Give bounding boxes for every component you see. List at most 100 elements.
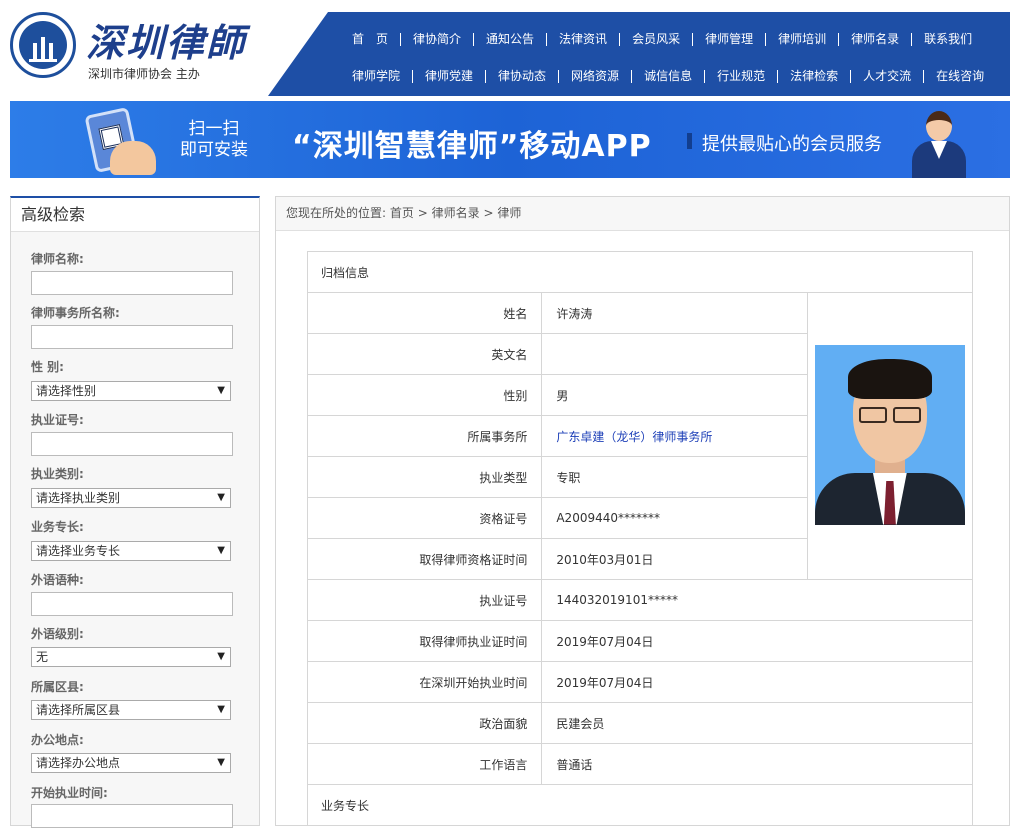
lawyer-info-table: 归档信息 姓名 许涛涛 英文名 性别 男 所属事务所 广东卓建（龙华）律师事务所… — [306, 251, 974, 826]
photo-cell — [806, 292, 974, 580]
nav-item-integrity[interactable]: 诚信信息 — [631, 69, 704, 83]
nav-item-regulations[interactable]: 行业规范 — [704, 69, 777, 83]
association-emblem-icon[interactable] — [10, 12, 76, 78]
gender-value: 男 — [541, 374, 808, 416]
qualification-date-label: 取得律师资格证时间 — [306, 538, 543, 580]
banner-accent-bar — [687, 133, 692, 149]
nav-item-about[interactable]: 律协简介 — [400, 32, 473, 46]
chevron-down-icon: ▼ — [217, 757, 225, 768]
chevron-down-icon: ▼ — [217, 651, 225, 662]
start-time-input[interactable] — [31, 804, 233, 828]
nav-item-web-resources[interactable]: 网络资源 — [558, 69, 631, 83]
district-select[interactable]: 请选择所属区县 ▼ — [31, 700, 231, 720]
office-select[interactable]: 请选择办公地点 ▼ — [31, 753, 231, 773]
qualification-no-label: 资格证号 — [306, 497, 543, 539]
firm-label: 所属事务所 — [306, 415, 543, 457]
table-row: 业务专长 — [307, 784, 973, 826]
specialty-select[interactable]: 请选择业务专长 ▼ — [31, 541, 231, 561]
license-date-value: 2019年07月04日 — [541, 620, 973, 662]
app-promo-banner[interactable]: 扫一扫 即可安装 “深圳智慧律师”移动APP 提供最贴心的会员服务 — [10, 101, 1010, 178]
site-logo-subtitle: 深圳市律师协会 主办 — [88, 67, 200, 81]
lawyer-name-input[interactable] — [31, 271, 233, 295]
sz-start-date-value: 2019年07月04日 — [541, 661, 973, 703]
main-nav-row-2: 律师学院 律师党建 律协动态 网络资源 诚信信息 行业规范 法律检索 人才交流 … — [340, 66, 996, 86]
nav-item-consult[interactable]: 在线咨询 — [923, 69, 996, 83]
breadcrumb-directory[interactable]: 律师名录 — [432, 206, 480, 220]
lawyer-detail-panel: 您现在所处的位置: 首页 > 律师名录 > 律师 归档信息 姓名 许涛涛 英文名 — [275, 196, 1010, 826]
scan-to-install-label: 扫一扫 即可安装 — [180, 119, 248, 161]
office-label: 办公地点: — [31, 733, 84, 747]
firm-name-input[interactable] — [31, 325, 233, 349]
scan-label-line1: 扫一扫 — [188, 119, 240, 139]
english-name-value — [541, 333, 808, 375]
practice-type-label: 执业类型 — [306, 456, 543, 498]
practice-type-value: 专职 — [541, 456, 808, 498]
nav-item-party[interactable]: 律师党建 — [412, 69, 485, 83]
nav-item-talent[interactable]: 人才交流 — [850, 69, 923, 83]
nav-item-dynamics[interactable]: 律协动态 — [485, 69, 558, 83]
nav-item-home[interactable]: 首 页 — [340, 32, 400, 46]
political-status-label: 政治面貌 — [306, 702, 543, 744]
table-row: 执业证号 144032019101***** — [306, 579, 973, 621]
site-logo-title[interactable]: 深圳律師 — [86, 12, 246, 67]
breadcrumb: 您现在所处的位置: 首页 > 律师名录 > 律师 — [276, 197, 1009, 231]
table-row: 归档信息 — [307, 251, 973, 293]
language-level-select-value: 无 — [36, 650, 49, 664]
license-no-value: 144032019101***** — [541, 579, 973, 621]
gender-label: 性 别: — [31, 360, 64, 374]
district-label: 所属区县: — [31, 680, 84, 694]
nav-item-member-style[interactable]: 会员风采 — [619, 32, 692, 46]
specialty-section-title: 业务专长 — [307, 784, 973, 826]
chevron-down-icon: ▼ — [217, 704, 225, 715]
banner-title: “深圳智慧律师”移动APP — [292, 129, 652, 164]
hand-icon — [110, 141, 156, 175]
table-row: 姓名 许涛涛 — [306, 292, 974, 580]
nav-item-notices[interactable]: 通知公告 — [473, 32, 546, 46]
advanced-search-title: 高级检索 — [11, 198, 259, 232]
gender-select[interactable]: 请选择性别 ▼ — [31, 381, 231, 401]
scan-label-line2: 即可安装 — [180, 140, 248, 160]
name-value: 许涛涛 — [541, 292, 808, 334]
sz-start-date-label: 在深圳开始执业时间 — [306, 661, 543, 703]
nav-item-lawyer-management[interactable]: 律师管理 — [692, 32, 765, 46]
breadcrumb-home[interactable]: 首页 — [390, 206, 414, 220]
license-date-label: 取得律师执业证时间 — [306, 620, 543, 662]
language-label: 外语语种: — [31, 573, 84, 587]
language-input[interactable] — [31, 592, 233, 616]
nav-item-legal-news[interactable]: 法律资讯 — [546, 32, 619, 46]
breadcrumb-separator: > — [483, 206, 494, 220]
license-no-label: 执业证号 — [306, 579, 543, 621]
nav-item-academy[interactable]: 律师学院 — [340, 69, 412, 83]
firm-value-cell: 广东卓建（龙华）律师事务所 — [541, 415, 808, 457]
banner-tagline: 提供最贴心的会员服务 — [702, 134, 882, 155]
table-row: 取得律师执业证时间 2019年07月04日 — [306, 620, 973, 662]
site-header: 深圳律師 深圳市律师协会 主办 首 页 律协简介 通知公告 法律资讯 会员风采 … — [0, 0, 1027, 100]
table-row: 工作语言 普通话 — [306, 743, 973, 785]
advanced-search-panel: 高级检索 律师名称: 律师事务所名称: 性 别: 请选择性别 ▼ 执业证号: 执… — [10, 196, 260, 828]
nav-item-training[interactable]: 律师培训 — [765, 32, 838, 46]
language-level-select[interactable]: 无 ▼ — [31, 647, 231, 667]
qualification-no-value: A2009440******* — [541, 497, 808, 539]
chevron-down-icon: ▼ — [217, 545, 225, 556]
gender-select-value: 请选择性别 — [36, 384, 97, 398]
license-no-label: 执业证号: — [31, 413, 84, 427]
start-time-label: 开始执业时间: — [31, 786, 108, 800]
lawyer-photo — [814, 344, 965, 525]
license-no-input[interactable] — [31, 432, 233, 456]
archive-section-title: 归档信息 — [307, 251, 973, 293]
english-name-label: 英文名 — [306, 333, 543, 375]
nav-item-directory[interactable]: 律师名录 — [838, 32, 911, 46]
chevron-down-icon: ▼ — [217, 385, 225, 396]
work-language-label: 工作语言 — [306, 743, 543, 785]
political-status-value: 民建会员 — [541, 702, 973, 744]
main-nav-row-1: 首 页 律协简介 通知公告 法律资讯 会员风采 律师管理 律师培训 律师名录 联… — [340, 29, 984, 49]
practice-type-select[interactable]: 请选择执业类别 ▼ — [31, 488, 231, 508]
name-label: 姓名 — [306, 292, 543, 334]
district-select-value: 请选择所属区县 — [36, 703, 121, 717]
nav-item-law-search[interactable]: 法律检索 — [777, 69, 850, 83]
practice-type-label: 执业类别: — [31, 467, 84, 481]
table-row: 政治面貌 民建会员 — [306, 702, 973, 744]
specialty-label: 业务专长: — [31, 520, 84, 534]
nav-item-contact[interactable]: 联系我们 — [911, 32, 984, 46]
firm-link[interactable]: 广东卓建（龙华）律师事务所 — [556, 430, 712, 444]
